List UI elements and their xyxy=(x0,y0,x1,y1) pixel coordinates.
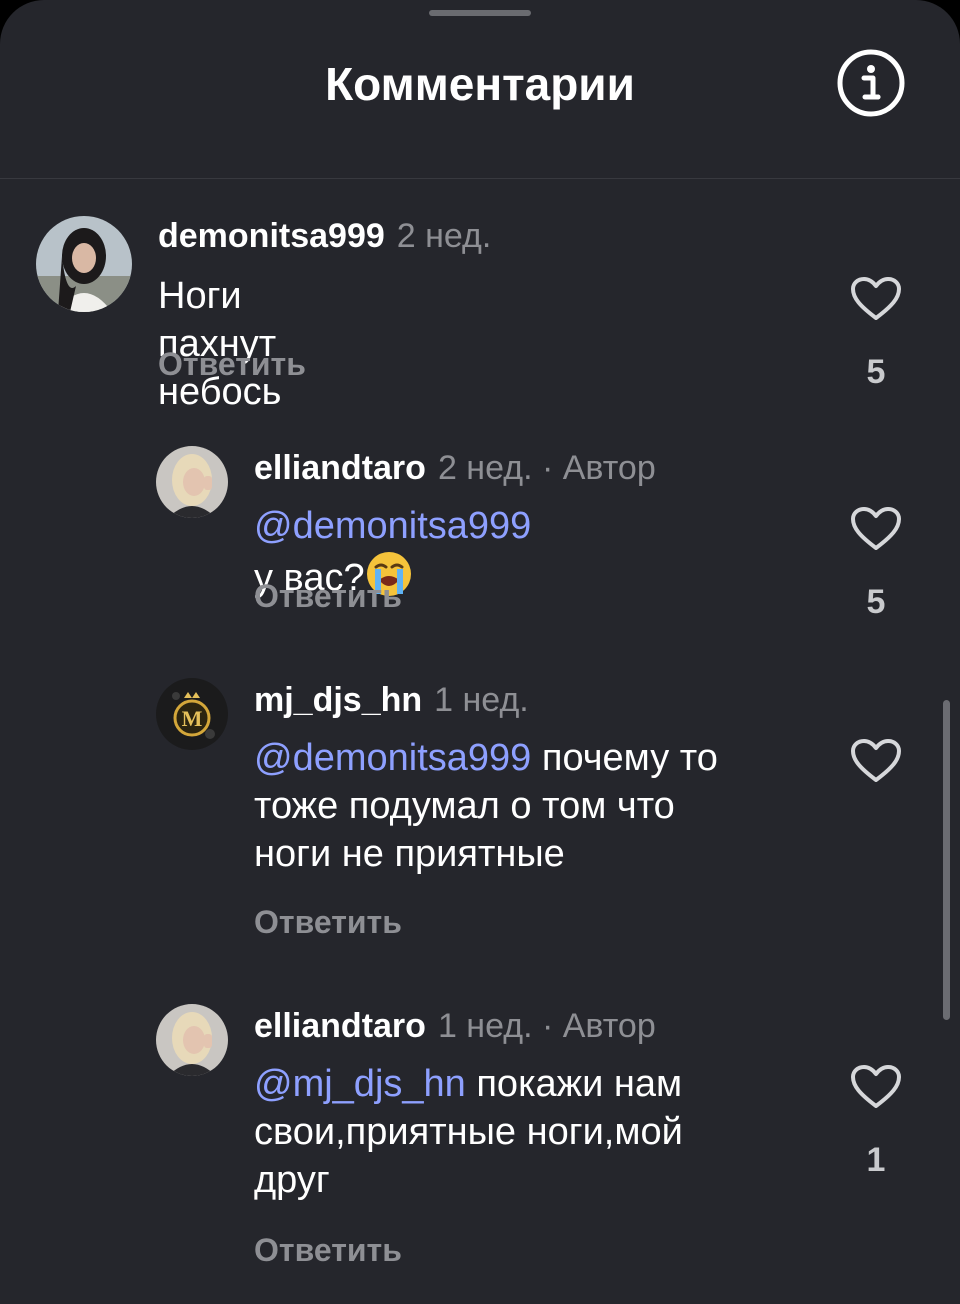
author-tag: · Автор xyxy=(532,1007,656,1045)
comment-meta: elliandtaro 2 нед. · Автор xyxy=(254,448,656,488)
info-circle-icon xyxy=(837,49,905,117)
like-button[interactable] xyxy=(850,506,902,552)
reply-button[interactable]: Ответить xyxy=(254,1230,402,1270)
avatar[interactable] xyxy=(156,446,228,518)
username[interactable]: mj_djs_hn xyxy=(254,681,422,719)
timestamp: 1 нед. xyxy=(434,681,529,719)
avatar[interactable] xyxy=(156,1004,228,1076)
drag-handle[interactable] xyxy=(429,10,531,16)
like-count: 5 xyxy=(866,583,886,621)
header-divider xyxy=(0,178,960,179)
svg-text:M: M xyxy=(182,706,203,731)
comment-meta: demonitsa999 2 нед. xyxy=(158,216,491,256)
username[interactable]: demonitsa999 xyxy=(158,217,385,255)
like-count: 1 xyxy=(866,1141,886,1179)
comment-body-line: тоже подумал о том что xyxy=(254,785,675,827)
timestamp: 2 нед. xyxy=(396,217,492,255)
author-tag: · Автор xyxy=(532,449,656,487)
comment-text: @mj_djs_hn покажи нам свои,приятные ноги… xyxy=(254,1060,824,1204)
comment-body-line: свои,приятные ноги,мой xyxy=(254,1111,683,1153)
avatar[interactable]: M xyxy=(156,678,228,750)
timestamp: 2 нед. xyxy=(437,449,533,487)
comment-body-line: друг xyxy=(254,1159,330,1201)
like-button[interactable] xyxy=(850,276,902,322)
heart-icon xyxy=(851,277,901,320)
avatar[interactable] xyxy=(36,216,132,312)
mention-link[interactable]: @demonitsa999 xyxy=(254,737,531,779)
heart-icon xyxy=(851,1065,901,1108)
comment-body-line: ноги не приятные xyxy=(254,833,565,875)
comment-body-line: покажи нам xyxy=(465,1063,683,1105)
comment-meta: mj_djs_hn 1 нед. xyxy=(254,680,529,720)
heart-icon xyxy=(851,739,901,782)
comment-body-line: почему то xyxy=(531,737,718,779)
username[interactable]: elliandtaro xyxy=(254,1007,426,1045)
reply-button[interactable]: Ответить xyxy=(158,344,306,384)
info-button[interactable] xyxy=(836,48,906,118)
heart-icon xyxy=(851,507,901,550)
like-button[interactable] xyxy=(850,1064,902,1110)
like-button[interactable] xyxy=(850,738,902,784)
username[interactable]: elliandtaro xyxy=(254,449,426,487)
reply-button[interactable]: Ответить xyxy=(254,902,402,942)
comment-text: @demonitsa999 почему то тоже подумал о т… xyxy=(254,734,824,878)
like-count: 5 xyxy=(866,353,886,391)
scrollbar[interactable] xyxy=(943,700,950,1020)
mention-link[interactable]: @demonitsa999 xyxy=(254,505,531,547)
mention-link[interactable]: @mj_djs_hn xyxy=(254,1063,466,1105)
comment-meta: elliandtaro 1 нед. · Автор xyxy=(254,1006,656,1046)
comments-sheet: Комментарии demonitsa999 2 нед. Ноги пахн… xyxy=(0,0,960,1304)
page-title: Комментарии xyxy=(325,58,635,110)
reply-button[interactable]: Ответить xyxy=(254,576,402,616)
timestamp: 1 нед. xyxy=(437,1007,533,1045)
